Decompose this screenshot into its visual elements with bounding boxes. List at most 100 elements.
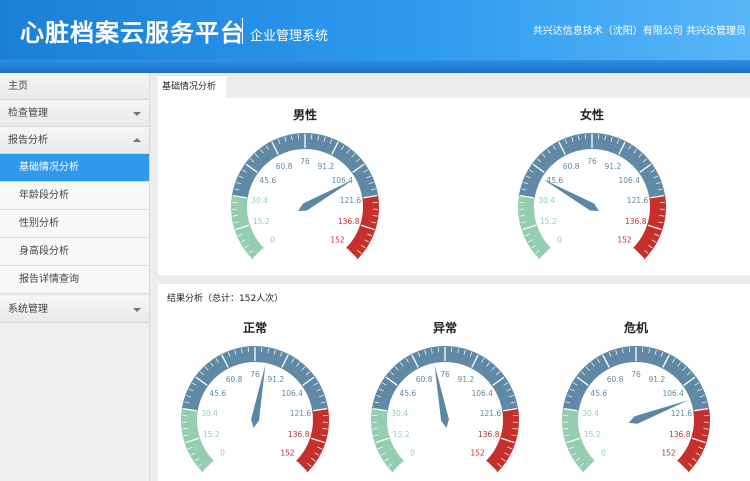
gauge-tick-label: 106.4 bbox=[618, 176, 640, 185]
sidebar-item-exam-management[interactable]: 检查管理 bbox=[0, 100, 149, 127]
header-band bbox=[0, 60, 750, 73]
gauge-svg: 异常 0 15.2 30.4 45.660.8 76 91.2 106.4 121.6 136.8… bbox=[371, 320, 519, 473]
gauge-tick-label: 60.8 bbox=[276, 162, 293, 171]
sidebar-sub-basic-analysis[interactable]: 基础情况分析 bbox=[0, 154, 149, 182]
gauge-title: 异常 bbox=[433, 320, 457, 335]
gauge-tick-label: 15.2 bbox=[253, 217, 270, 226]
sidebar: 主页 检查管理 报告分析 基础情况分析 年龄段分析 性别分析 身高段分析 报告详… bbox=[0, 73, 150, 481]
gauge-tick-label: 76 bbox=[587, 157, 597, 166]
sidebar-item-label: 检查管理 bbox=[8, 108, 48, 119]
gauge-normal: 正常 0 15.2 30.4 45.6 60.8 76 91.2 106.4 121.6 136.8… bbox=[170, 315, 340, 475]
gauge-tick-label: 136.8 bbox=[288, 430, 310, 439]
gauge-tick-label: 121.6 bbox=[340, 196, 362, 205]
gauge-tick-label: 91.2 bbox=[649, 375, 666, 384]
gauge-tick-label: 106.4 bbox=[281, 389, 303, 398]
sidebar-item-label: 报告分析 bbox=[8, 135, 48, 146]
gauge-tick-label: 106.4 bbox=[331, 176, 353, 185]
gauge-band-low bbox=[371, 408, 404, 473]
sidebar-sub-age-analysis[interactable]: 年龄段分析 bbox=[0, 182, 149, 210]
gauge-abnormal: 异常 0 15.2 30.4 45.6 60.8 76 91.2 106.4 121.6 136.8… bbox=[360, 315, 530, 475]
gauge-tick-label: 30.4 bbox=[538, 196, 555, 205]
tab-basic-analysis[interactable]: 基础情况分析 bbox=[158, 75, 226, 98]
chevron-down-icon bbox=[133, 112, 141, 116]
gauge-tick-label: 121.6 bbox=[290, 409, 312, 418]
gauge-tick-label: 121.6 bbox=[671, 409, 693, 418]
gauge-tick-label: 0 bbox=[410, 449, 415, 458]
sidebar-sub-gender-analysis[interactable]: 性别分析 bbox=[0, 210, 149, 238]
gauge-tick-label: 0 bbox=[557, 236, 562, 245]
gauge-tick-label: 45.6 bbox=[209, 389, 226, 398]
gauge-tick-label: 76 bbox=[440, 370, 450, 379]
sidebar-sub-height-analysis[interactable]: 身高段分析 bbox=[0, 238, 149, 266]
gauge-tick-label: 91.2 bbox=[605, 162, 622, 171]
gauge-svg: 危机 0 15.2 30.4 45.660.8 76 91.2 106.4 121.6 136.8… bbox=[562, 320, 710, 473]
app-title: 心脏档案云服务平台 bbox=[20, 19, 245, 47]
result-panel-title: 结果分析（总计：152人次） bbox=[167, 294, 284, 304]
sidebar-item-system-management[interactable]: 系统管理 bbox=[0, 296, 149, 323]
gauge-tick-label: 152 bbox=[330, 236, 345, 245]
gauge-tick-label: 30.4 bbox=[201, 409, 218, 418]
gauge-tick-label: 152 bbox=[661, 449, 676, 458]
gauge-band-high bbox=[296, 408, 329, 473]
gauge-tick-label: 30.4 bbox=[582, 409, 599, 418]
gauge-band-low bbox=[181, 408, 214, 473]
gauge-crisis: 危机 0 15.2 30.4 45.6 60.8 76 91.2 106.4 121.6 136.8… bbox=[551, 315, 721, 475]
gauge-tick-label: 15.2 bbox=[393, 430, 410, 439]
gauge-tick-label: 30.4 bbox=[391, 409, 408, 418]
gauge-tick-label: 76 bbox=[250, 370, 260, 379]
gauge-tick-label: 121.6 bbox=[627, 196, 649, 205]
gauge-tick-label: 45.6 bbox=[546, 176, 563, 185]
chevron-up-icon bbox=[133, 138, 141, 142]
gauge-band-low bbox=[562, 408, 595, 473]
gauge-tick-label: 60.8 bbox=[226, 375, 243, 384]
gauge-band-high bbox=[486, 408, 519, 473]
gauge-title: 危机 bbox=[623, 320, 648, 335]
sidebar-item-label: 主页 bbox=[8, 81, 28, 92]
gauge-tick-label: 60.8 bbox=[563, 162, 580, 171]
gauge-tick-label: 91.2 bbox=[268, 375, 285, 384]
gauge-svg: 女性 0 15.2 30.4 45.660.8 76 91.2 106.4 121.6 136.8… bbox=[518, 107, 666, 260]
header-divider bbox=[242, 18, 243, 44]
gauge-tick-label: 136.8 bbox=[669, 430, 691, 439]
gauge-tick-label: 91.2 bbox=[458, 375, 475, 384]
gauge-tick-label: 0 bbox=[601, 449, 606, 458]
gauge-title: 正常 bbox=[243, 320, 267, 335]
gauge-title: 女性 bbox=[580, 107, 604, 122]
gauge-tick-label: 0 bbox=[220, 449, 225, 458]
gauge-band-high bbox=[346, 195, 379, 260]
gauge-tick-label: 76 bbox=[631, 370, 641, 379]
gauge-male: 男性 0 15.2 30.4 45.6 60.8 76 91.2 106.4 121.6 136.8… bbox=[220, 102, 390, 262]
gauge-tick-label: 136.8 bbox=[338, 217, 360, 226]
gauge-tick-label: 45.6 bbox=[590, 389, 607, 398]
gauge-tick-label: 91.2 bbox=[318, 162, 335, 171]
app-subtitle: 企业管理系统 bbox=[250, 29, 329, 44]
gauge-tick-label: 15.2 bbox=[584, 430, 601, 439]
gauge-tick-label: 152 bbox=[470, 449, 485, 458]
gauge-tick-label: 152 bbox=[280, 449, 295, 458]
gauge-band-high bbox=[633, 195, 666, 260]
gauge-tick-label: 136.8 bbox=[625, 217, 647, 226]
gauge-tick-label: 45.6 bbox=[259, 176, 276, 185]
gauge-tick-label: 15.2 bbox=[540, 217, 557, 226]
gauge-tick-label: 136.8 bbox=[478, 430, 500, 439]
gauge-tick-label: 0 bbox=[270, 236, 275, 245]
gauge-svg: 男性 0 15.2 30.4 45.660.8 76 91.2 106.4 121.6 136.8… bbox=[231, 107, 379, 260]
gauge-tick-label: 45.6 bbox=[399, 389, 416, 398]
gauge-tick-label: 152 bbox=[617, 236, 632, 245]
gauge-tick-label: 30.4 bbox=[251, 196, 268, 205]
gauge-tick-label: 106.4 bbox=[662, 389, 684, 398]
gauge-band-low bbox=[518, 195, 551, 260]
gauge-band-high bbox=[677, 408, 710, 473]
gauge-tick-label: 76 bbox=[300, 157, 310, 166]
gauge-svg: 正常 0 15.2 30.4 45.660.8 76 91.2 106.4 121.6 136.8… bbox=[181, 320, 329, 473]
current-user[interactable]: 共兴达管理员 bbox=[686, 26, 746, 37]
sidebar-item-home[interactable]: 主页 bbox=[0, 73, 149, 100]
gauge-tick-label: 60.8 bbox=[416, 375, 433, 384]
gauge-tick-label: 106.4 bbox=[471, 389, 493, 398]
gauge-female: 女性 0 15.2 30.4 45.6 60.8 76 91.2 106.4 121.6 136.8… bbox=[507, 102, 677, 262]
gauge-band-low bbox=[231, 195, 264, 260]
sidebar-item-report-analysis[interactable]: 报告分析 bbox=[0, 127, 149, 154]
sidebar-sub-report-detail[interactable]: 报告详情查询 bbox=[0, 266, 149, 294]
gauge-tick-label: 15.2 bbox=[203, 430, 220, 439]
sidebar-item-label: 系统管理 bbox=[8, 304, 48, 315]
